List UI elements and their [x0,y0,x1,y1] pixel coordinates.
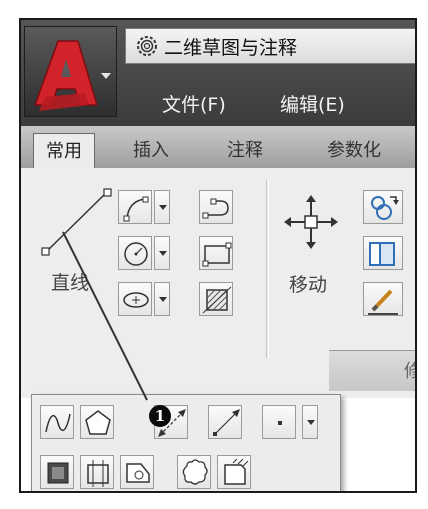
stretch-icon [369,242,395,266]
point-button[interactable] [262,405,296,439]
move-icon [284,195,338,249]
draw-panel-flyout [31,394,341,491]
modify-panel-title: 修 [404,357,415,383]
stretch-button[interactable] [363,236,403,270]
panel-separator-highlight [268,180,269,358]
circle-button[interactable] [118,236,152,270]
workspace-title[interactable]: 二维草图与注释 [164,33,297,60]
region-icon [87,460,109,487]
brush-button[interactable] [363,282,403,316]
arc-button[interactable] [118,190,152,224]
move-button[interactable]: 移动 [277,192,349,302]
revcloud-button[interactable] [177,455,211,489]
ray-icon [213,409,240,436]
circle-dropdown[interactable] [154,236,170,270]
ellipse-dropdown[interactable] [154,282,170,316]
ellipse-icon [123,292,149,308]
copy-icon [371,196,399,220]
application-menu-button[interactable] [24,26,117,117]
polygon-button[interactable] [80,405,114,439]
polyline-icon [202,198,229,219]
move-label: 移动 [289,274,328,296]
rectangle-icon [202,242,232,267]
modify-panel-title-bar[interactable]: 修 [329,350,415,391]
callout-number: 1 [149,405,171,427]
arc-dropdown[interactable] [154,190,170,224]
line-button[interactable]: 直线 [29,180,113,294]
tab-insert[interactable]: 插入 [133,136,169,162]
revcloud-icon [182,459,208,485]
quick-access-toolbar: 二维草图与注释 [125,28,415,64]
wipeout-icon [126,463,150,483]
panel-separator [266,180,267,358]
cloud-button[interactable] [217,455,251,489]
line-icon [41,188,112,256]
menu-file[interactable]: 文件(F) [162,90,226,117]
polygon-icon [85,410,111,435]
spline-icon [45,413,71,433]
line-label: 直线 [51,272,90,294]
hatch-button[interactable] [199,282,233,316]
ribbon-tabs: 常用 插入 注释 参数化 [21,126,415,169]
copy-button[interactable] [363,190,403,224]
region-button[interactable] [80,455,114,489]
boundary-button[interactable] [40,455,74,489]
title-bar: 二维草图与注释 文件(F) 编辑(E) [21,20,415,126]
autocad-logo-icon [33,40,111,111]
boundary-icon [47,462,69,484]
arc-icon [123,196,149,222]
point-icon [278,421,282,425]
circle-icon [124,242,148,266]
polyline-button[interactable] [199,190,233,224]
ellipse-button[interactable] [118,282,152,316]
menu-edit[interactable]: 编辑(E) [280,90,345,117]
tab-annotate[interactable]: 注释 [227,136,263,162]
cloud-icon [224,458,249,485]
rectangle-button[interactable] [199,236,233,270]
point-dropdown[interactable] [302,405,318,439]
wipeout-button[interactable] [120,455,154,489]
gear-icon[interactable] [134,33,160,59]
autocad-window: 二维草图与注释 文件(F) 编辑(E) 常用 插入 注释 参数化 直线 移动 1 [19,18,417,493]
tab-home[interactable]: 常用 [33,133,95,168]
ray-button[interactable] [208,405,242,439]
spline-button[interactable] [40,405,74,439]
tab-parametric[interactable]: 参数化 [327,136,381,162]
brush-icon [368,289,398,315]
hatch-icon [202,286,232,314]
